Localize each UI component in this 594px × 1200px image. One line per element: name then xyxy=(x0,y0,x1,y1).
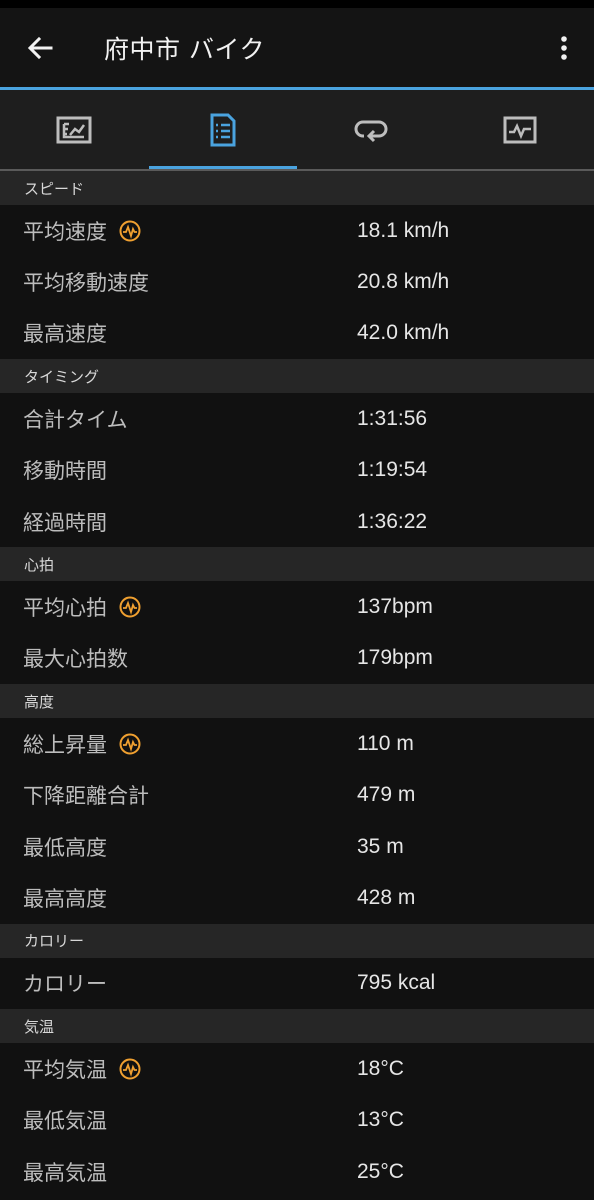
stat-label: 経過時間 xyxy=(23,510,107,535)
tab-summary[interactable] xyxy=(0,90,149,169)
section-header-speed: スピード xyxy=(0,171,594,205)
stat-value: 479 m xyxy=(357,783,416,807)
section-header-heart-rate: 心拍 xyxy=(0,547,594,582)
stat-row-avg-temp: 平均気温 18°C xyxy=(0,1043,594,1095)
stat-label: 平均移動速度 xyxy=(23,271,149,296)
stat-row-min-elevation: 最低高度 35 m xyxy=(0,820,594,873)
stat-row-min-temp: 最低気温 13°C xyxy=(0,1094,594,1146)
laps-loop-icon xyxy=(354,120,388,142)
heart-rate-zone-icon xyxy=(119,733,141,755)
status-bar xyxy=(0,0,594,8)
stat-label: 平均心拍 xyxy=(23,596,107,621)
stat-row-avg-moving-speed: 平均移動速度 20.8 km/h xyxy=(0,256,594,308)
stat-value: 1:36:22 xyxy=(357,509,428,533)
tab-graphs[interactable] xyxy=(446,90,594,169)
section-header-timing: タイミング xyxy=(0,359,594,394)
summary-chart-icon xyxy=(56,116,92,143)
stat-label: 平均速度 xyxy=(23,219,107,244)
section-header-calories: カロリー xyxy=(0,923,594,958)
stat-value: 25°C xyxy=(357,1159,404,1183)
stat-row-avg-hr: 平均心拍 137bpm xyxy=(0,581,594,633)
heart-rate-zone-icon xyxy=(119,220,141,242)
stat-row-avg-speed: 平均速度 18.1 km/h xyxy=(0,205,594,257)
stat-label: 最高気温 xyxy=(23,1160,107,1185)
stat-label: 平均気温 xyxy=(23,1057,107,1082)
stat-label: 下降距離合計 xyxy=(23,784,149,809)
tab-laps[interactable] xyxy=(297,90,446,169)
stat-label: 最高速度 xyxy=(23,322,107,347)
stat-value: 179bpm xyxy=(357,646,433,670)
stat-row-moving-time: 移動時間 1:19:54 xyxy=(0,444,594,496)
stats-document-icon xyxy=(210,113,236,146)
stat-row-total-time: 合計タイム 1:31:56 xyxy=(0,393,594,445)
stat-row-max-hr: 最大心拍数 179bpm xyxy=(0,632,594,685)
stat-label: 最大心拍数 xyxy=(23,647,128,672)
stat-row-elapsed-time: 経過時間 1:36:22 xyxy=(0,495,594,548)
page-title: 府中市 バイク xyxy=(104,34,265,64)
heart-rate-zone-icon xyxy=(119,1058,141,1080)
stat-row-total-ascent: 総上昇量 110 m xyxy=(0,718,594,770)
heart-rate-zone-icon xyxy=(119,596,141,618)
back-arrow-icon xyxy=(27,36,53,59)
stat-value: 18.1 km/h xyxy=(357,218,450,242)
section-header-temperature: 気温 xyxy=(0,1009,594,1044)
stat-label: 最低気温 xyxy=(23,1109,107,1134)
stat-value: 42.0 km/h xyxy=(357,321,450,345)
stat-label: 合計タイム xyxy=(23,407,128,432)
stat-value: 137bpm xyxy=(357,595,433,619)
stat-row-max-speed: 最高速度 42.0 km/h xyxy=(0,307,594,360)
stat-value: 110 m xyxy=(357,731,414,755)
stat-label: 移動時間 xyxy=(23,459,107,484)
stat-label: 最高高度 xyxy=(23,886,107,911)
stat-row-calories: カロリー 795 kcal xyxy=(0,957,594,1010)
app-bar: 府中市 バイク xyxy=(0,8,594,87)
back-button[interactable] xyxy=(20,28,60,68)
stat-label: 最低高度 xyxy=(23,835,107,860)
stat-value: 1:31:56 xyxy=(357,406,428,430)
stat-value: 35 m xyxy=(357,834,404,858)
tab-bar xyxy=(0,90,594,169)
more-options-button[interactable] xyxy=(550,28,578,68)
more-vertical-icon xyxy=(561,36,567,60)
stat-value: 20.8 km/h xyxy=(357,270,450,294)
tab-stats[interactable] xyxy=(148,90,298,169)
stat-value: 13°C xyxy=(357,1108,404,1132)
graphs-pulse-icon xyxy=(503,116,537,143)
stat-row-total-descent: 下降距離合計 479 m xyxy=(0,769,594,821)
stat-value: 18°C xyxy=(357,1056,404,1080)
stat-value: 795 kcal xyxy=(357,971,436,995)
stat-label: 総上昇量 xyxy=(23,732,107,757)
stat-label: カロリー xyxy=(23,972,107,997)
stat-value: 428 m xyxy=(357,885,416,909)
stat-value: 1:19:54 xyxy=(357,458,428,482)
stat-row-max-elevation: 最高高度 428 m xyxy=(0,872,594,924)
stat-row-max-temp: 最高気温 25°C xyxy=(0,1145,594,1198)
section-header-elevation: 高度 xyxy=(0,684,594,719)
